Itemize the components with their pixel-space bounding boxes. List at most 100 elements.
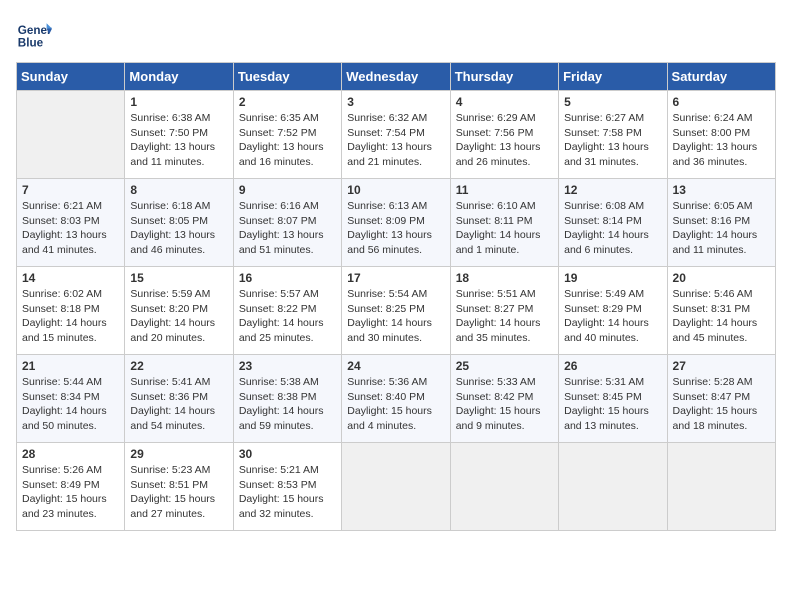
day-number: 29 <box>130 447 227 461</box>
calendar-cell: 17 Sunrise: 5:54 AMSunset: 8:25 PMDayligh… <box>342 267 450 355</box>
cell-content: Sunrise: 5:28 AMSunset: 8:47 PMDaylight:… <box>673 375 770 434</box>
calendar-cell: 11Sunrise: 6:10 AMSunset: 8:11 PMDayligh… <box>450 179 558 267</box>
calendar-cell: 27 Sunrise: 5:28 AMSunset: 8:47 PMDayligh… <box>667 355 775 443</box>
cell-content: Sunrise: 5:59 AMSunset: 8:20 PMDaylight:… <box>130 287 227 346</box>
logo: General Blue <box>16 16 56 52</box>
calendar-week-row: 21 Sunrise: 5:44 AMSunset: 8:34 PMDayligh… <box>17 355 776 443</box>
day-number: 20 <box>673 271 770 285</box>
weekday-header: Wednesday <box>342 63 450 91</box>
day-number: 17 <box>347 271 444 285</box>
day-number: 8 <box>130 183 227 197</box>
calendar-week-row: 28 Sunrise: 5:26 AMSunset: 8:49 PMDayligh… <box>17 443 776 531</box>
weekday-header: Monday <box>125 63 233 91</box>
svg-text:Blue: Blue <box>18 37 44 50</box>
calendar-cell: 12 Sunrise: 6:08 AMSunset: 8:14 PMDayligh… <box>559 179 667 267</box>
weekday-header: Friday <box>559 63 667 91</box>
cell-content: Sunrise: 6:29 AMSunset: 7:56 PMDaylight:… <box>456 111 553 170</box>
calendar-cell: 23Sunrise: 5:38 AMSunset: 8:38 PMDayligh… <box>233 355 341 443</box>
calendar-week-row: 1 Sunrise: 6:38 AMSunset: 7:50 PMDaylight… <box>17 91 776 179</box>
day-number: 16 <box>239 271 336 285</box>
cell-content: Sunrise: 5:41 AMSunset: 8:36 PMDaylight:… <box>130 375 227 434</box>
cell-content: Sunrise: 6:27 AMSunset: 7:58 PMDaylight:… <box>564 111 661 170</box>
calendar-cell: 19 Sunrise: 5:49 AMSunset: 8:29 PMDayligh… <box>559 267 667 355</box>
day-number: 12 <box>564 183 661 197</box>
day-number: 3 <box>347 95 444 109</box>
day-number: 7 <box>22 183 119 197</box>
day-number: 9 <box>239 183 336 197</box>
calendar-cell: 24 Sunrise: 5:36 AMSunset: 8:40 PMDayligh… <box>342 355 450 443</box>
day-number: 30 <box>239 447 336 461</box>
cell-content: Sunrise: 6:05 AMSunset: 8:16 PMDaylight:… <box>673 199 770 258</box>
cell-content: Sunrise: 5:54 AMSunset: 8:25 PMDaylight:… <box>347 287 444 346</box>
calendar-cell: 22 Sunrise: 5:41 AMSunset: 8:36 PMDayligh… <box>125 355 233 443</box>
calendar-cell <box>559 443 667 531</box>
day-number: 21 <box>22 359 119 373</box>
page-header: General Blue <box>16 16 776 52</box>
cell-content: Sunrise: 6:24 AMSunset: 8:00 PMDaylight:… <box>673 111 770 170</box>
calendar-cell: 16 Sunrise: 5:57 AMSunset: 8:22 PMDayligh… <box>233 267 341 355</box>
calendar-cell: 29 Sunrise: 5:23 AMSunset: 8:51 PMDayligh… <box>125 443 233 531</box>
cell-content: Sunrise: 5:46 AMSunset: 8:31 PMDaylight:… <box>673 287 770 346</box>
cell-content: Sunrise: 5:26 AMSunset: 8:49 PMDaylight:… <box>22 463 119 522</box>
cell-content: Sunrise: 5:33 AMSunset: 8:42 PMDaylight:… <box>456 375 553 434</box>
cell-content: Sunrise: 5:49 AMSunset: 8:29 PMDaylight:… <box>564 287 661 346</box>
cell-content: Sunrise: 6:18 AMSunset: 8:05 PMDaylight:… <box>130 199 227 258</box>
calendar-cell: 28 Sunrise: 5:26 AMSunset: 8:49 PMDayligh… <box>17 443 125 531</box>
day-number: 24 <box>347 359 444 373</box>
calendar-cell: 14Sunrise: 6:02 AMSunset: 8:18 PMDayligh… <box>17 267 125 355</box>
calendar-cell: 20 Sunrise: 5:46 AMSunset: 8:31 PMDayligh… <box>667 267 775 355</box>
calendar-cell: 7 Sunrise: 6:21 AMSunset: 8:03 PMDaylight… <box>17 179 125 267</box>
day-number: 28 <box>22 447 119 461</box>
cell-content: Sunrise: 6:38 AMSunset: 7:50 PMDaylight:… <box>130 111 227 170</box>
day-number: 13 <box>673 183 770 197</box>
calendar-cell: 13 Sunrise: 6:05 AMSunset: 8:16 PMDayligh… <box>667 179 775 267</box>
calendar-cell: 2 Sunrise: 6:35 AMSunset: 7:52 PMDaylight… <box>233 91 341 179</box>
calendar-cell: 21 Sunrise: 5:44 AMSunset: 8:34 PMDayligh… <box>17 355 125 443</box>
cell-content: Sunrise: 6:21 AMSunset: 8:03 PMDaylight:… <box>22 199 119 258</box>
day-number: 11 <box>456 183 553 197</box>
calendar-cell <box>342 443 450 531</box>
day-number: 1 <box>130 95 227 109</box>
cell-content: Sunrise: 6:16 AMSunset: 8:07 PMDaylight:… <box>239 199 336 258</box>
calendar-cell <box>667 443 775 531</box>
day-number: 6 <box>673 95 770 109</box>
cell-content: Sunrise: 5:31 AMSunset: 8:45 PMDaylight:… <box>564 375 661 434</box>
calendar-week-row: 14Sunrise: 6:02 AMSunset: 8:18 PMDayligh… <box>17 267 776 355</box>
day-number: 19 <box>564 271 661 285</box>
cell-content: Sunrise: 6:02 AMSunset: 8:18 PMDaylight:… <box>22 287 119 346</box>
calendar-cell: 26 Sunrise: 5:31 AMSunset: 8:45 PMDayligh… <box>559 355 667 443</box>
calendar-cell: 1 Sunrise: 6:38 AMSunset: 7:50 PMDaylight… <box>125 91 233 179</box>
calendar-cell: 25 Sunrise: 5:33 AMSunset: 8:42 PMDayligh… <box>450 355 558 443</box>
cell-content: Sunrise: 5:36 AMSunset: 8:40 PMDaylight:… <box>347 375 444 434</box>
calendar-table: SundayMondayTuesdayWednesdayThursdayFrid… <box>16 62 776 531</box>
calendar-cell: 8 Sunrise: 6:18 AMSunset: 8:05 PMDaylight… <box>125 179 233 267</box>
calendar-cell: 30Sunrise: 5:21 AMSunset: 8:53 PMDayligh… <box>233 443 341 531</box>
calendar-header-row: SundayMondayTuesdayWednesdayThursdayFrid… <box>17 63 776 91</box>
day-number: 15 <box>130 271 227 285</box>
calendar-cell: 15 Sunrise: 5:59 AMSunset: 8:20 PMDayligh… <box>125 267 233 355</box>
weekday-header: Tuesday <box>233 63 341 91</box>
cell-content: Sunrise: 5:57 AMSunset: 8:22 PMDaylight:… <box>239 287 336 346</box>
day-number: 2 <box>239 95 336 109</box>
logo-icon: General Blue <box>16 16 52 52</box>
day-number: 18 <box>456 271 553 285</box>
cell-content: Sunrise: 6:35 AMSunset: 7:52 PMDaylight:… <box>239 111 336 170</box>
day-number: 22 <box>130 359 227 373</box>
day-number: 5 <box>564 95 661 109</box>
calendar-cell: 4Sunrise: 6:29 AMSunset: 7:56 PMDaylight… <box>450 91 558 179</box>
calendar-cell: 18Sunrise: 5:51 AMSunset: 8:27 PMDayligh… <box>450 267 558 355</box>
cell-content: Sunrise: 6:08 AMSunset: 8:14 PMDaylight:… <box>564 199 661 258</box>
weekday-header: Sunday <box>17 63 125 91</box>
calendar-cell <box>17 91 125 179</box>
calendar-cell: 10Sunrise: 6:13 AMSunset: 8:09 PMDayligh… <box>342 179 450 267</box>
weekday-header: Thursday <box>450 63 558 91</box>
day-number: 27 <box>673 359 770 373</box>
day-number: 25 <box>456 359 553 373</box>
day-number: 26 <box>564 359 661 373</box>
day-number: 10 <box>347 183 444 197</box>
calendar-week-row: 7 Sunrise: 6:21 AMSunset: 8:03 PMDaylight… <box>17 179 776 267</box>
weekday-header: Saturday <box>667 63 775 91</box>
cell-content: Sunrise: 5:23 AMSunset: 8:51 PMDaylight:… <box>130 463 227 522</box>
cell-content: Sunrise: 5:44 AMSunset: 8:34 PMDaylight:… <box>22 375 119 434</box>
calendar-cell: 5 Sunrise: 6:27 AMSunset: 7:58 PMDaylight… <box>559 91 667 179</box>
